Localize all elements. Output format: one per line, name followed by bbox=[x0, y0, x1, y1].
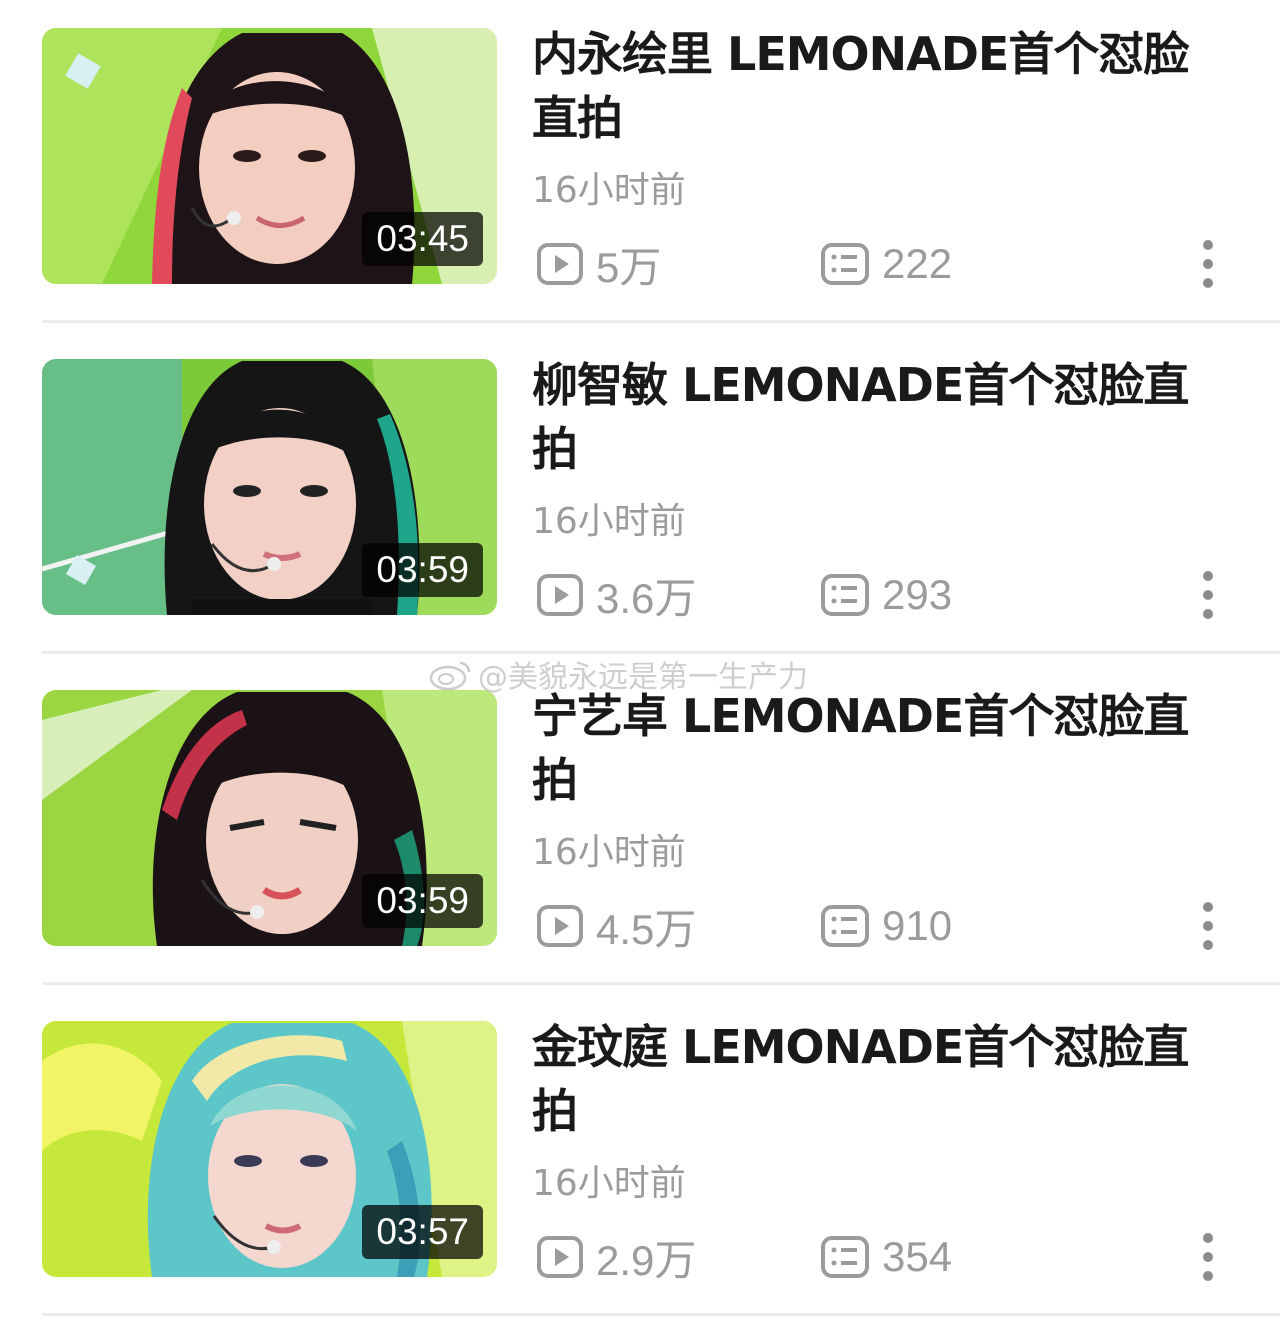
video-item[interactable]: 03:45 内永绘里 LEMONADE首个怼脸直拍 16小时前 5万 222 bbox=[0, 0, 1280, 331]
comment-count: 354 bbox=[820, 1229, 952, 1285]
video-title[interactable]: 金玟庭 LEMONADE首个怼脸直拍 bbox=[532, 1015, 1232, 1143]
video-item[interactable]: 03:57 金玟庭 LEMONADE首个怼脸直拍 16小时前 2.9万 354 bbox=[0, 993, 1280, 1324]
divider bbox=[42, 320, 1280, 323]
play-icon bbox=[536, 242, 584, 286]
video-time: 16小时前 bbox=[532, 1163, 686, 1204]
more-vertical-icon[interactable] bbox=[1196, 1233, 1220, 1281]
video-title[interactable]: 宁艺卓 LEMONADE首个怼脸直拍 bbox=[532, 684, 1232, 812]
more-vertical-icon[interactable] bbox=[1196, 571, 1220, 619]
comment-icon bbox=[820, 1235, 870, 1279]
comment-icon bbox=[820, 904, 870, 948]
comment-count-value: 222 bbox=[882, 240, 953, 287]
video-title[interactable]: 柳智敏 LEMONADE首个怼脸直拍 bbox=[532, 353, 1232, 481]
more-vertical-icon[interactable] bbox=[1196, 902, 1220, 950]
video-thumbnail[interactable]: 03:45 bbox=[42, 28, 497, 284]
weibo-logo-icon bbox=[429, 661, 471, 691]
more-vertical-icon[interactable] bbox=[1196, 240, 1220, 288]
view-count-value: 4.5万 bbox=[596, 905, 697, 953]
view-count: 4.5万 bbox=[536, 898, 696, 954]
video-thumbnail[interactable]: 03:59 bbox=[42, 359, 497, 615]
video-duration: 03:59 bbox=[362, 543, 483, 597]
play-icon bbox=[536, 573, 584, 617]
view-count: 5万 bbox=[536, 236, 661, 292]
view-count: 3.6万 bbox=[536, 567, 696, 623]
video-thumbnail[interactable]: 03:59 bbox=[42, 690, 497, 946]
divider bbox=[42, 1313, 1280, 1316]
video-duration: 03:59 bbox=[362, 874, 483, 928]
video-item[interactable]: 03:59 宁艺卓 LEMONADE首个怼脸直拍 16小时前 4.5万 910 bbox=[0, 662, 1280, 993]
comment-count-value: 354 bbox=[882, 1233, 953, 1280]
watermark-text: @美貌永远是第一生产力 bbox=[478, 660, 808, 695]
video-list: 03:45 内永绘里 LEMONADE首个怼脸直拍 16小时前 5万 222 0… bbox=[0, 0, 1280, 1341]
play-icon bbox=[536, 904, 584, 948]
comment-icon bbox=[820, 242, 870, 286]
view-count-value: 2.9万 bbox=[596, 1236, 697, 1284]
view-count-value: 5万 bbox=[596, 243, 662, 291]
comment-icon bbox=[820, 573, 870, 617]
video-time: 16小时前 bbox=[532, 501, 686, 542]
comment-count: 293 bbox=[820, 567, 952, 623]
comment-count-value: 910 bbox=[882, 902, 953, 949]
view-count: 2.9万 bbox=[536, 1229, 696, 1285]
comment-count-value: 293 bbox=[882, 571, 953, 618]
video-duration: 03:57 bbox=[362, 1205, 483, 1259]
watermark: @美貌永远是第一生产力 bbox=[428, 652, 808, 696]
comment-count: 222 bbox=[820, 236, 952, 292]
video-thumbnail[interactable]: 03:57 bbox=[42, 1021, 497, 1277]
comment-count: 910 bbox=[820, 898, 952, 954]
play-icon bbox=[536, 1235, 584, 1279]
video-title[interactable]: 内永绘里 LEMONADE首个怼脸直拍 bbox=[532, 22, 1232, 150]
video-duration: 03:45 bbox=[362, 212, 483, 266]
video-time: 16小时前 bbox=[532, 832, 686, 873]
video-time: 16小时前 bbox=[532, 170, 686, 211]
video-item[interactable]: 03:59 柳智敏 LEMONADE首个怼脸直拍 16小时前 3.6万 293 bbox=[0, 331, 1280, 662]
view-count-value: 3.6万 bbox=[596, 574, 697, 622]
divider bbox=[42, 982, 1280, 985]
